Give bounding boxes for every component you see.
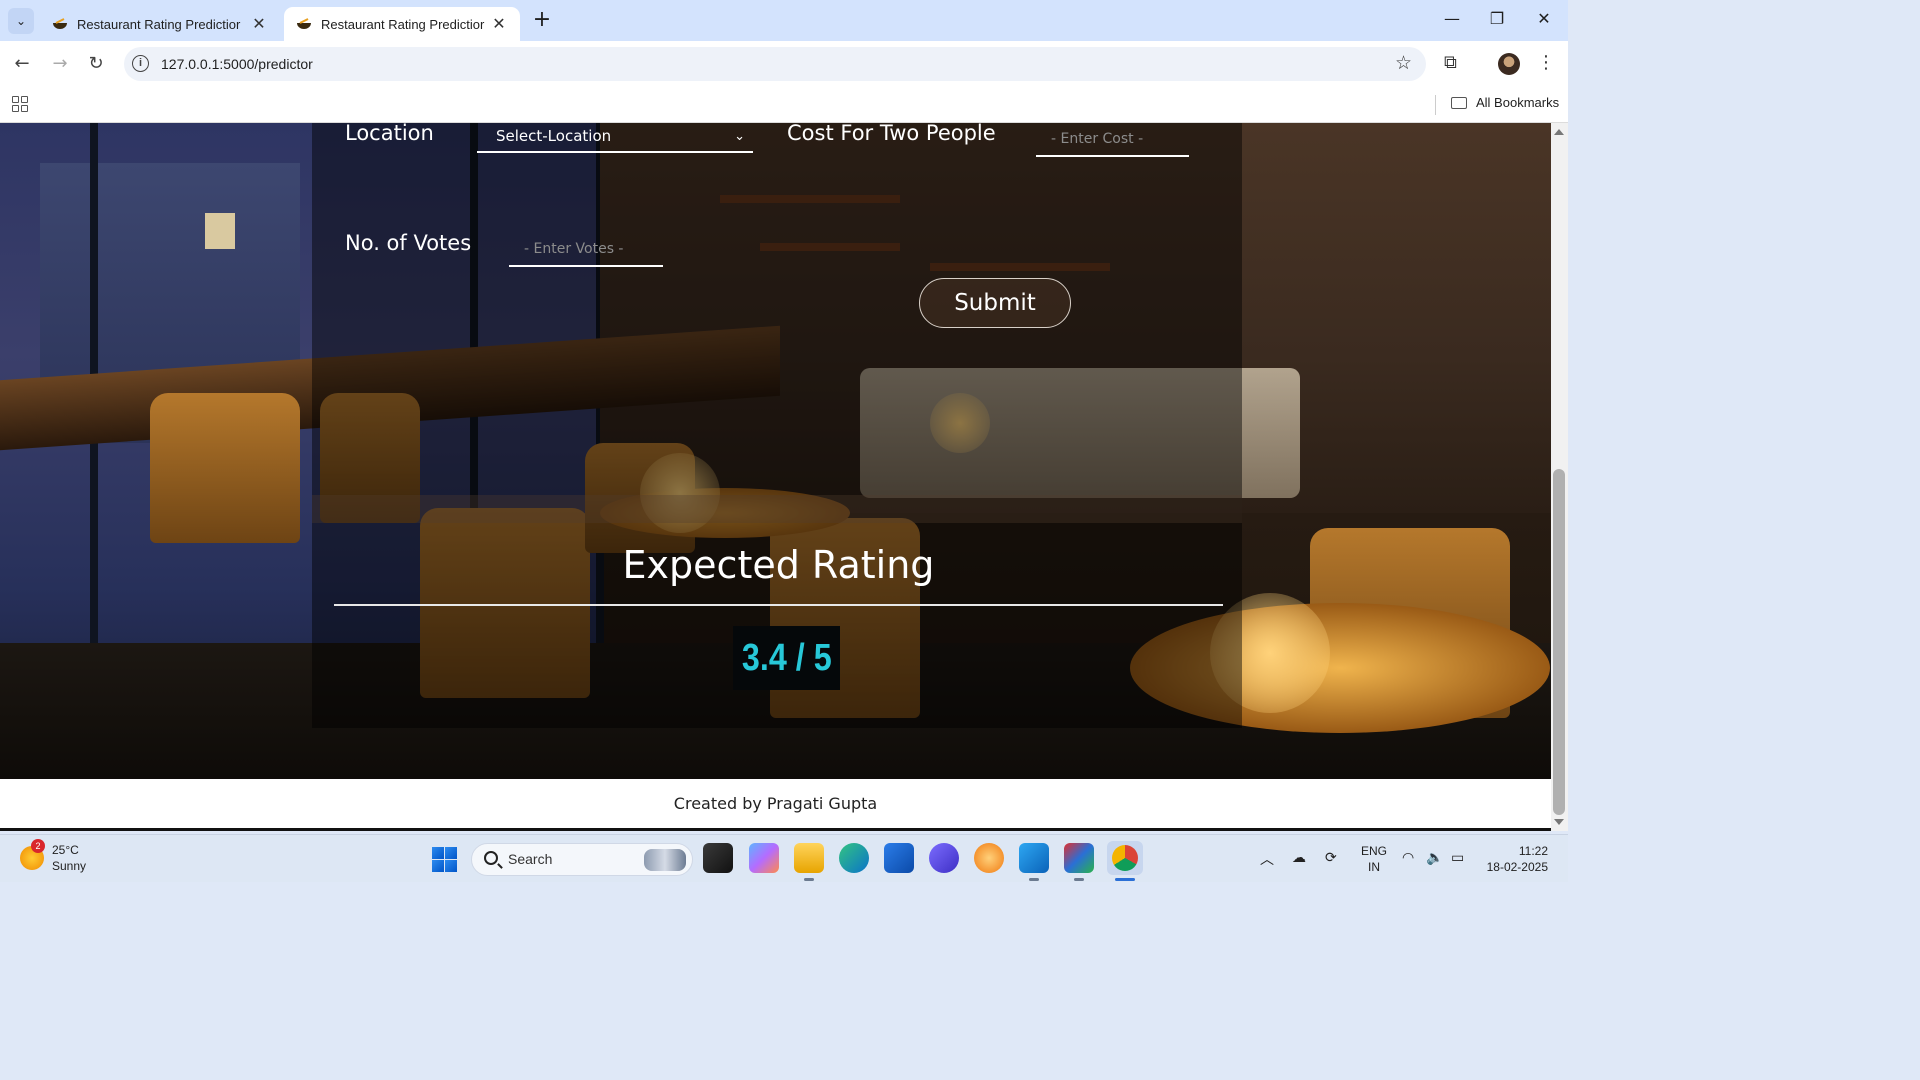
url-text[interactable]: 127.0.0.1:5000/predictor: [161, 56, 313, 72]
region-code: IN: [1368, 860, 1380, 874]
scroll-down-arrow-icon[interactable]: [1554, 819, 1564, 825]
chevron-down-icon: ⌄: [734, 129, 745, 144]
minimize-icon[interactable]: —: [1440, 9, 1464, 28]
app-multicolor-icon[interactable]: [1064, 843, 1094, 873]
language-indicator[interactable]: ENG IN: [1361, 843, 1387, 875]
close-tab-icon[interactable]: ✕: [490, 14, 508, 34]
cost-label: Cost For Two People: [787, 123, 996, 145]
reload-icon[interactable]: ↻: [85, 53, 107, 75]
chrome-active-tile[interactable]: [1107, 841, 1143, 875]
browser-tab-strip: ⌄ Restaurant Rating Predictior ✕ Restaur…: [0, 0, 1568, 41]
app-hexagon-icon[interactable]: [929, 843, 959, 873]
apps-grid-icon[interactable]: [12, 96, 28, 112]
bowl-favicon-icon: [297, 18, 311, 29]
volume-icon[interactable]: 🔈: [1426, 849, 1443, 866]
all-bookmarks-label: All Bookmarks: [1476, 95, 1560, 110]
all-bookmarks-button[interactable]: All Bookmarks: [1451, 95, 1559, 110]
profile-avatar[interactable]: [1498, 53, 1520, 75]
tab-title: Restaurant Rating Predictior: [321, 16, 485, 32]
weather-condition-text: Sunny: [52, 859, 87, 873]
sync-icon[interactable]: ⟳: [1325, 849, 1337, 866]
vscode-icon[interactable]: [1019, 843, 1049, 873]
active-indicator: [1115, 878, 1135, 881]
folder-icon: [1451, 96, 1467, 109]
chevron-down-icon: ⌄: [15, 14, 27, 28]
bowl-favicon-icon: [53, 18, 67, 29]
page-scrollbar[interactable]: [1551, 123, 1568, 831]
location-selected-value: Select-Location: [496, 127, 612, 145]
rating-score: 3.4 / 5: [741, 636, 832, 679]
rating-score-box: 3.4 / 5: [733, 626, 840, 690]
running-indicator: [1029, 878, 1039, 881]
clock-time: 11:22: [1518, 844, 1548, 858]
tab-search-menu-button[interactable]: ⌄: [8, 8, 34, 34]
file-explorer-icon[interactable]: [794, 843, 824, 873]
more-menu-icon[interactable]: ⋮: [1537, 52, 1555, 73]
search-highlight-image: [644, 849, 686, 871]
expected-rating-title: Expected Rating: [622, 543, 935, 587]
footer-bottom-border: [0, 828, 1551, 831]
extensions-puzzle-icon[interactable]: ⧉: [1444, 52, 1457, 73]
weather-widget[interactable]: 2 25°C Sunny: [20, 839, 87, 874]
search-icon: [484, 851, 498, 865]
copilot-icon[interactable]: [749, 843, 779, 873]
taskbar-search-box[interactable]: Search: [471, 843, 693, 876]
page-footer: Created by Pragati Gupta: [0, 779, 1551, 828]
overlay-divider-band: [312, 495, 1242, 523]
close-tab-icon[interactable]: ✕: [250, 14, 268, 34]
app-orange-circle-icon[interactable]: [974, 843, 1004, 873]
close-window-icon[interactable]: ✕: [1532, 9, 1556, 28]
temperature-text: 25°C: [52, 843, 79, 857]
windows-taskbar: 2 25°C Sunny Search ︿ ☁ ⟳ ENG IN ◠ 🔈 ▭ 1…: [0, 834, 1568, 882]
restore-window-icon[interactable]: ❐: [1485, 9, 1509, 28]
edge-browser-icon[interactable]: [839, 843, 869, 873]
cost-input[interactable]: [1036, 123, 1189, 157]
scroll-up-arrow-icon[interactable]: [1554, 129, 1564, 135]
windows-start-icon[interactable]: [432, 847, 457, 872]
tab-restaurant-rating-1[interactable]: Restaurant Rating Predictior ✕: [40, 7, 280, 41]
site-info-icon[interactable]: i: [132, 55, 149, 72]
footer-credit: Created by Pragati Gupta: [673, 794, 878, 813]
tab-title: Restaurant Rating Predictior: [77, 16, 241, 32]
task-view-icon[interactable]: [703, 843, 733, 873]
search-label: Search: [508, 851, 553, 867]
system-clock[interactable]: 11:22 18-02-2025: [1480, 843, 1548, 875]
back-arrow-icon[interactable]: ←: [11, 53, 33, 75]
address-bar[interactable]: i 127.0.0.1:5000/predictor ☆: [124, 47, 1426, 81]
result-divider: [334, 604, 1223, 606]
notification-badge: 2: [31, 839, 45, 853]
chrome-icon: [1112, 845, 1138, 871]
running-indicator: [804, 878, 814, 881]
bookmarks-bar: All Bookmarks: [0, 87, 1568, 123]
battery-icon[interactable]: ▭: [1451, 849, 1464, 866]
new-tab-plus-icon[interactable]: +: [530, 9, 554, 31]
show-hidden-icons-chevron-up-icon[interactable]: ︿: [1260, 849, 1274, 869]
scrollbar-thumb[interactable]: [1553, 469, 1565, 815]
page-viewport: Location Select-Location ⌄ Cost For Two …: [0, 123, 1551, 831]
clock-date: 18-02-2025: [1486, 860, 1548, 874]
votes-input[interactable]: [509, 233, 663, 267]
submit-button[interactable]: Submit: [919, 278, 1071, 328]
language-code: ENG: [1361, 844, 1388, 858]
browser-toolbar: ← → ↻ i 127.0.0.1:5000/predictor ☆ ⧉ ⋮: [0, 41, 1568, 87]
running-indicator: [1074, 878, 1084, 881]
onedrive-cloud-icon[interactable]: ☁: [1292, 849, 1306, 866]
forward-arrow-icon[interactable]: →: [49, 53, 71, 75]
tab-restaurant-rating-2[interactable]: Restaurant Rating Predictior ✕: [284, 7, 520, 41]
bookmark-star-icon[interactable]: ☆: [1395, 52, 1412, 74]
bookmarks-divider: [1435, 95, 1436, 115]
votes-label: No. of Votes: [345, 231, 472, 255]
location-select[interactable]: Select-Location ⌄: [477, 123, 753, 153]
wifi-icon[interactable]: ◠: [1402, 849, 1414, 866]
sun-icon: 2: [20, 839, 45, 870]
location-label: Location: [345, 123, 434, 145]
microsoft-store-icon[interactable]: [884, 843, 914, 873]
